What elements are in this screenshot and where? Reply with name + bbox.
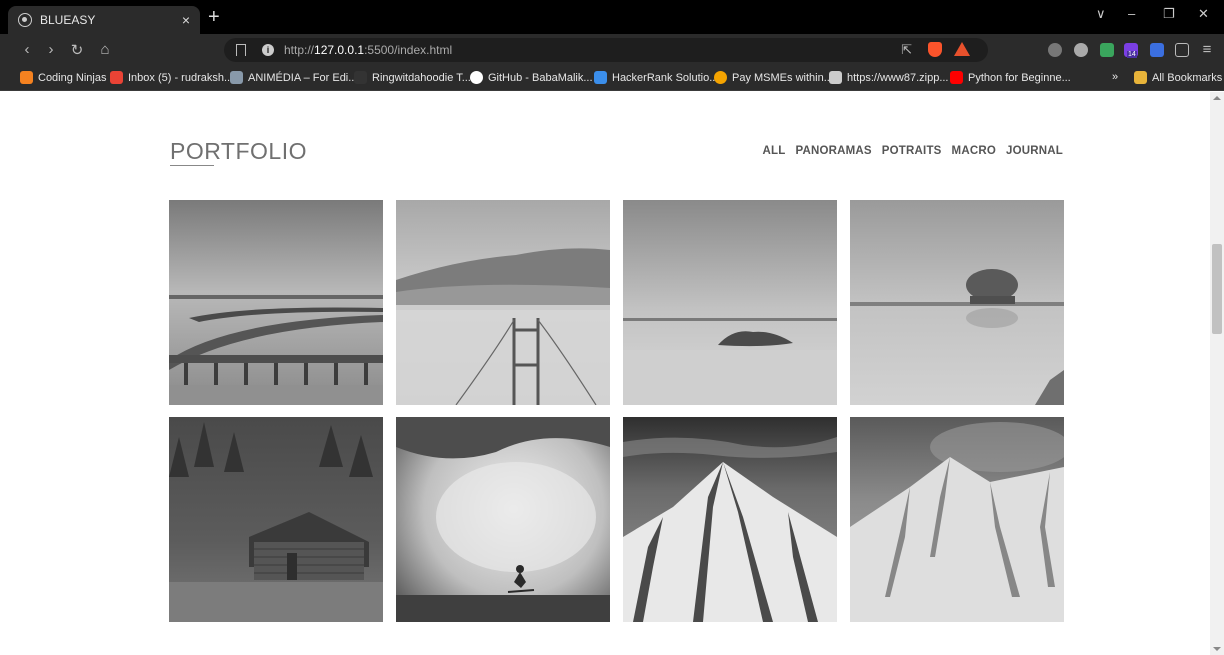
extension-arrow-icon[interactable]	[1100, 43, 1114, 57]
portfolio-filter-nav: ALL PANORAMAS POTRAITS MACRO JOURNAL	[762, 145, 1063, 157]
brave-shields-icon[interactable]	[928, 42, 942, 57]
globe-icon	[18, 13, 32, 27]
extensions-puzzle-icon[interactable]	[1175, 43, 1189, 57]
github-icon	[470, 71, 483, 84]
web-page: PORTFOLIO ALL PANORAMAS POTRAITS MACRO J…	[0, 92, 1210, 655]
browser-tab[interactable]: BLUEASY ×	[8, 6, 200, 34]
filter-panoramas[interactable]: PANORAMAS	[795, 145, 871, 157]
tree-island-photo[interactable]	[850, 200, 1064, 405]
share-icon[interactable]: ⇱	[901, 42, 912, 58]
snowy-peak-photo[interactable]	[623, 417, 837, 622]
hackerrank-icon	[594, 71, 607, 84]
title-underline	[170, 165, 214, 166]
bookmarks-overflow-button[interactable]: »	[1112, 71, 1118, 83]
msme-icon	[714, 71, 727, 84]
scroll-thumb[interactable]	[1212, 244, 1222, 334]
bookmark-item[interactable]: Pay MSMEs within...	[714, 71, 833, 84]
menu-icon[interactable]: ≡	[1196, 41, 1218, 58]
filter-potraits[interactable]: POTRAITS	[882, 145, 942, 157]
log-cabin-forest-photo[interactable]	[169, 417, 383, 622]
bookmark-item[interactable]: HackerRank Solutio...	[594, 71, 718, 84]
forward-icon[interactable]: ›	[40, 41, 62, 58]
brave-rewards-icon[interactable]	[954, 42, 970, 56]
ringwit-icon	[354, 71, 367, 84]
all-bookmarks-button[interactable]: All Bookmarks	[1134, 71, 1222, 84]
bookmark-item[interactable]: Coding Ninjas	[20, 71, 106, 84]
page-scrollbar[interactable]	[1210, 92, 1224, 655]
animedia-icon	[230, 71, 243, 84]
browser-tab-bar: BLUEASY × + ∨ – ❐ ✕	[0, 0, 1224, 34]
page-title: PORTFOLIO	[170, 138, 307, 165]
golden-gate-fog-photo[interactable]	[396, 200, 610, 405]
bookmark-item[interactable]: https://www87.zipp...	[829, 71, 949, 84]
bookmarks-bar: Coding Ninjas Inbox (5) - rudraksh... AN…	[0, 66, 1224, 91]
extension-badge-count: 14	[1127, 51, 1137, 58]
tab-search-icon[interactable]: ∨	[1096, 6, 1106, 22]
browser-toolbar: ‹ › ↻ ⌂ i http://127.0.0.1:5500/index.ht…	[0, 34, 1224, 66]
snow-mountain-slope-photo[interactable]	[850, 417, 1064, 622]
address-bar[interactable]: i http://127.0.0.1:5500/index.html ⇱	[224, 38, 988, 62]
bookmark-item[interactable]: Ringwitdahoodie T...	[354, 71, 471, 84]
bookmark-page-icon[interactable]	[236, 44, 246, 56]
tab-close-icon[interactable]: ×	[182, 12, 190, 28]
filter-macro[interactable]: MACRO	[952, 145, 996, 157]
close-window-icon[interactable]: ✕	[1198, 6, 1209, 22]
surfer-wave-photo[interactable]	[396, 417, 610, 622]
url-text[interactable]: http://127.0.0.1:5500/index.html	[284, 43, 452, 57]
folder-icon	[1134, 71, 1147, 84]
new-tab-button[interactable]: +	[208, 6, 220, 28]
bookmark-item[interactable]: Python for Beginne...	[950, 71, 1071, 84]
tab-title: BLUEASY	[40, 13, 182, 27]
back-icon[interactable]: ‹	[16, 41, 38, 58]
coding-ninjas-icon	[20, 71, 33, 84]
minimize-icon[interactable]: –	[1128, 6, 1135, 21]
scroll-down-icon[interactable]	[1213, 647, 1221, 651]
extension-translate-icon[interactable]	[1150, 43, 1164, 57]
youtube-icon	[950, 71, 963, 84]
filter-journal[interactable]: JOURNAL	[1006, 145, 1063, 157]
extension-gear-icon[interactable]	[1074, 43, 1088, 57]
reload-icon[interactable]: ↻	[66, 41, 88, 59]
portfolio-gallery	[169, 200, 1064, 622]
scroll-up-icon[interactable]	[1213, 96, 1221, 100]
bookmark-item[interactable]: ANIMÉDIA – For Edi...	[230, 71, 357, 84]
calm-lake-island-photo[interactable]	[623, 200, 837, 405]
gmail-icon	[110, 71, 123, 84]
filter-all[interactable]: ALL	[762, 145, 785, 157]
pier-photo[interactable]	[169, 200, 383, 405]
restore-icon[interactable]: ❐	[1163, 6, 1175, 22]
zipp-icon	[829, 71, 842, 84]
bookmark-item[interactable]: GitHub - BabaMalik...	[470, 71, 593, 84]
extension-glasses-icon[interactable]	[1048, 43, 1062, 57]
site-info-icon[interactable]: i	[262, 44, 274, 56]
home-icon[interactable]: ⌂	[94, 41, 116, 58]
bookmark-item[interactable]: Inbox (5) - rudraksh...	[110, 71, 233, 84]
